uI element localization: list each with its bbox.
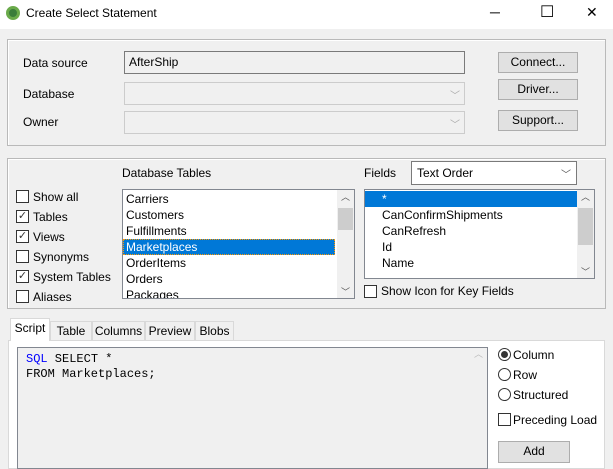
scroll-down-icon[interactable]: ﹀: [341, 285, 350, 298]
table-list-item[interactable]: Carriers: [123, 191, 335, 207]
preceding-load-label: Preceding Load: [513, 413, 598, 427]
layout-radio[interactable]: [498, 368, 511, 381]
scrollbar[interactable]: ︿ ﹀: [577, 190, 594, 278]
data-source-label: Data source: [23, 56, 88, 70]
tab-columns[interactable]: Columns: [92, 321, 145, 341]
driver-button[interactable]: Driver...: [498, 79, 578, 100]
option-label: Synonyms: [33, 250, 90, 264]
scrollbar[interactable]: ︿: [470, 348, 487, 468]
option-label: Show all: [33, 190, 79, 204]
layout-radio-label: Row: [513, 368, 538, 382]
script-line: FROM Marketplaces;: [26, 367, 156, 381]
scrollbar[interactable]: ︿ ﹀: [337, 190, 354, 298]
tab-script[interactable]: Script: [10, 318, 50, 341]
tab-blobs[interactable]: Blobs: [195, 321, 234, 341]
window-title: Create Select Statement: [26, 6, 157, 20]
layout-radio-label: Column: [513, 348, 555, 362]
table-list-item[interactable]: Fulfillments: [123, 223, 335, 239]
option-label: System Tables: [33, 270, 111, 284]
support-button[interactable]: Support...: [498, 110, 578, 131]
close-button[interactable]: ✕: [586, 4, 598, 21]
table-list-item[interactable]: Orders: [123, 271, 335, 287]
field-order-combo[interactable]: Text Order ﹀: [411, 161, 577, 185]
option-label: Aliases: [33, 290, 72, 304]
owner-combo[interactable]: ﹀: [124, 111, 465, 134]
layout-radio[interactable]: [498, 388, 511, 401]
maximize-button[interactable]: ☐: [540, 2, 554, 22]
option-checkbox[interactable]: [16, 190, 29, 203]
scroll-down-icon[interactable]: ﹀: [581, 265, 590, 278]
chevron-down-icon: ﹀: [450, 91, 460, 102]
app-icon: [6, 6, 20, 20]
field-list-item[interactable]: Id: [365, 239, 577, 255]
layout-radio-label: Structured: [513, 388, 569, 402]
field-order-value: Text Order: [417, 166, 474, 180]
field-list-item[interactable]: CanRefresh: [365, 223, 577, 239]
fields-list[interactable]: * CanConfirmShipments CanRefresh Id Name ︿ ﹀: [364, 189, 595, 279]
database-tables-label: Database Tables: [122, 166, 212, 180]
title-bar: Create Select Statement ─ ☐ ✕: [0, 0, 613, 29]
add-button[interactable]: Add: [498, 441, 570, 463]
owner-label: Owner: [23, 115, 59, 129]
field-list-item[interactable]: *: [365, 191, 577, 207]
tab-preview[interactable]: Preview: [145, 321, 195, 341]
table-list-item[interactable]: OrderItems: [123, 255, 335, 271]
data-source-field[interactable]: AfterShip: [124, 51, 465, 74]
option-checkbox[interactable]: [16, 290, 29, 303]
scroll-thumb[interactable]: [338, 208, 353, 230]
scroll-up-icon[interactable]: ︿: [337, 190, 354, 203]
scroll-thumb[interactable]: [578, 208, 593, 245]
script-line: SELECT *: [47, 352, 113, 366]
field-list-item[interactable]: Name: [365, 255, 577, 271]
chevron-down-icon: ﹀: [450, 120, 460, 131]
scroll-up-icon[interactable]: ︿: [577, 190, 594, 203]
minimize-button[interactable]: ─: [490, 4, 500, 20]
table-list-item[interactable]: Marketplaces: [123, 239, 335, 255]
database-tables-list[interactable]: Carriers Customers Fulfillments Marketplace…: [122, 189, 355, 299]
script-editor[interactable]: SQL SELECT * FROM Marketplaces; ︿: [17, 347, 488, 469]
table-list-item[interactable]: Packages: [123, 287, 335, 298]
option-label: Tables: [33, 210, 68, 224]
database-label: Database: [23, 87, 75, 101]
option-label: Views: [33, 230, 65, 244]
field-list-item[interactable]: CanConfirmShipments: [365, 207, 577, 223]
option-checkbox[interactable]: ✓: [16, 210, 29, 223]
option-checkbox[interactable]: ✓: [16, 270, 29, 283]
show-key-icon-label: Show Icon for Key Fields: [381, 284, 514, 298]
database-combo[interactable]: ﹀: [124, 82, 465, 105]
tab-table[interactable]: Table: [50, 321, 92, 341]
fields-label: Fields: [364, 166, 397, 180]
option-checkbox[interactable]: ✓: [16, 230, 29, 243]
layout-radio[interactable]: [498, 348, 511, 361]
option-checkbox[interactable]: [16, 250, 29, 263]
sql-keyword: SQL: [26, 352, 48, 366]
table-list-item[interactable]: Customers: [123, 207, 335, 223]
preceding-load-checkbox[interactable]: [498, 413, 511, 426]
connect-button[interactable]: Connect...: [498, 52, 578, 73]
show-key-icon-checkbox[interactable]: [364, 285, 377, 298]
chevron-down-icon: ﹀: [561, 170, 571, 181]
